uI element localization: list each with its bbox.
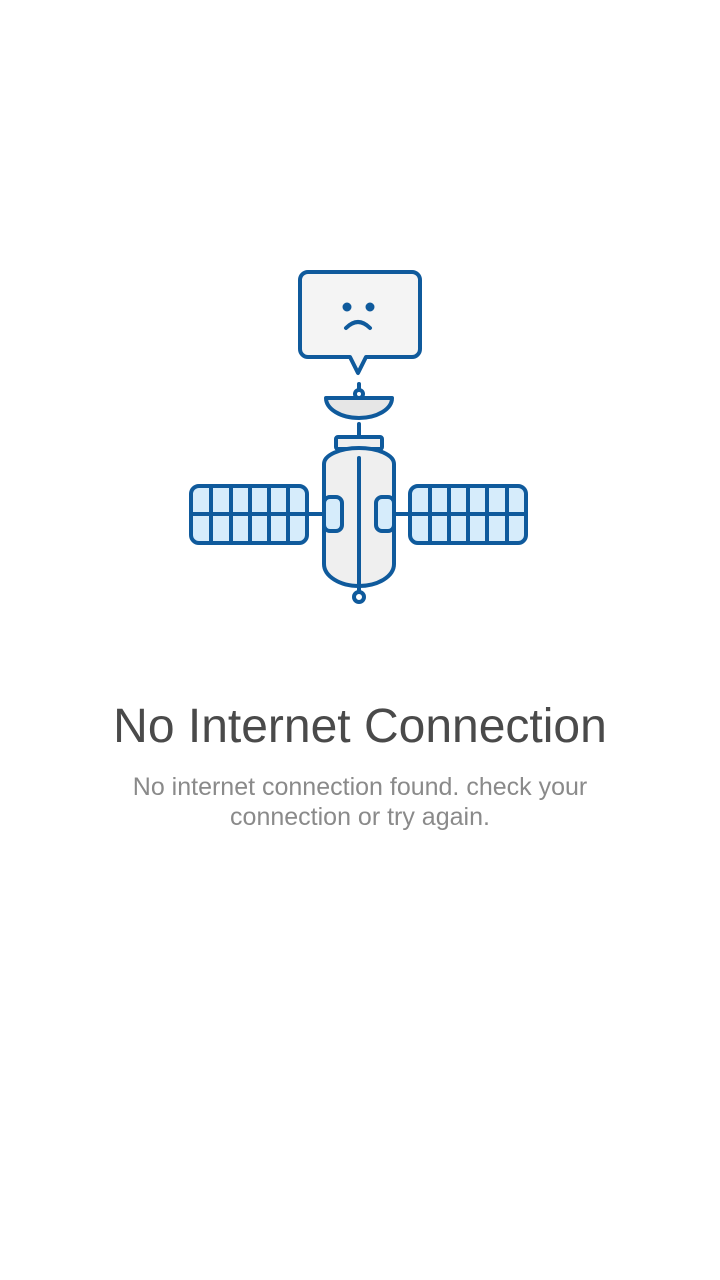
no-connection-screen: No Internet Connection No internet conne…	[0, 0, 720, 1280]
face-eye-left	[342, 302, 352, 312]
satellite-sad-icon	[189, 270, 528, 604]
error-message: No internet connection found. check your…	[132, 773, 588, 831]
page-title: No Internet Connection	[113, 700, 607, 753]
face-eye-right	[365, 302, 375, 312]
satellite-dish	[324, 396, 394, 420]
